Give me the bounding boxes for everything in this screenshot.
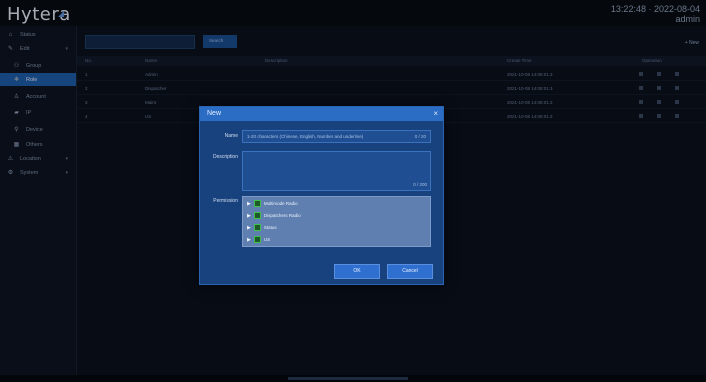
description-field[interactable]: 0 / 200 xyxy=(242,151,431,191)
name-label: Name xyxy=(224,133,238,139)
name-char-count: 0 / 20 xyxy=(414,134,426,139)
bottom-bar xyxy=(0,375,706,382)
close-icon[interactable]: × xyxy=(433,109,438,118)
permission-label-text: Dispatchers Radio xyxy=(263,213,301,218)
dialog-title-bar: New × xyxy=(200,107,443,121)
expand-icon[interactable]: ▶ xyxy=(247,225,251,231)
name-field[interactable]: 1-20 characters (Chinese, English, Numbe… xyxy=(242,130,431,143)
expand-icon[interactable]: ▶ xyxy=(247,237,251,243)
permission-item[interactable]: ▶ Multimode Radio xyxy=(247,198,425,209)
permission-item[interactable]: ▶ Dispatchers Radio xyxy=(247,210,425,221)
name-placeholder: 1-20 characters (Chinese, English, Numbe… xyxy=(247,134,364,139)
description-label: Description xyxy=(212,154,238,160)
bottom-strip xyxy=(288,377,408,380)
new-role-dialog: New × Name 1-20 characters (Chinese, Eng… xyxy=(199,106,444,285)
cancel-button[interactable]: Cancel xyxy=(387,264,433,279)
expand-icon[interactable]: ▶ xyxy=(247,213,251,219)
dialog-title: New xyxy=(207,110,222,117)
description-char-count: 0 / 200 xyxy=(413,182,427,187)
expand-icon[interactable]: ▶ xyxy=(247,201,251,207)
permission-tree: ▶ Multimode Radio ▶ Dispatchers Radio ▶ Sta… xyxy=(242,196,431,247)
permission-label: Permission xyxy=(213,198,238,204)
permission-label-text: Multimode Radio xyxy=(263,201,298,206)
permission-label-text: Status xyxy=(263,225,277,230)
permission-checkbox[interactable] xyxy=(253,236,261,243)
permission-checkbox[interactable] xyxy=(253,224,261,231)
permission-checkbox[interactable] xyxy=(253,212,261,219)
ok-button[interactable]: OK xyxy=(334,264,380,279)
permission-checkbox[interactable] xyxy=(253,200,261,207)
permission-item[interactable]: ▶ US xyxy=(247,234,425,245)
permission-label-text: US xyxy=(263,237,271,242)
permission-item[interactable]: ▶ Status xyxy=(247,222,425,233)
